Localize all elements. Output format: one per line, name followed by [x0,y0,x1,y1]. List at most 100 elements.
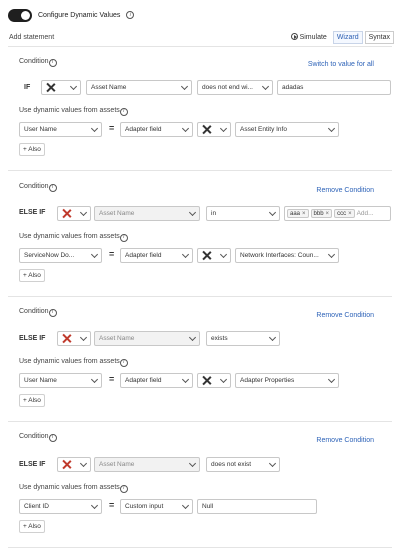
chevron-down-icon [219,250,228,258]
add-also-button[interactable]: + Also [19,394,45,407]
value-text: adadas [282,84,304,91]
target-field-select[interactable]: ServiceNow Do... [19,248,102,263]
adapter-select[interactable] [197,122,231,137]
dynamic-values-label: Use dynamic values from assets i [19,107,128,116]
field-source-select[interactable] [57,331,91,346]
add-also-button[interactable]: + Also [19,143,45,156]
field-select[interactable]: Asset Name [94,331,200,346]
info-icon[interactable]: i [48,308,57,317]
remove-condition-link[interactable]: Remove Condition [316,437,374,444]
add-also-button[interactable]: + Also [19,269,45,282]
info-icon[interactable]: i [119,233,128,242]
equals-sign: = [109,249,115,259]
operator-select[interactable]: does not exist [206,457,280,472]
field-value: Asset Name [99,210,135,217]
info-icon[interactable]: i [48,183,57,192]
equals-sign: = [109,123,115,133]
source-type-select[interactable]: Custom input [120,499,193,514]
dynamic-values-label: Use dynamic values from assets i [19,358,128,367]
condition-keyword: ELSE IF [19,335,46,342]
value-tag: aaa × [287,209,309,218]
source-value: Adapter field [125,126,162,133]
chevron-down-icon [69,82,78,90]
field-select[interactable]: Asset Name [94,206,200,221]
target-value: ServiceNow Do... [24,252,75,259]
remove-condition-link[interactable]: Remove Condition [316,312,374,319]
operator-select[interactable]: in [206,206,280,221]
field-source-select[interactable] [57,457,91,472]
divider [8,547,392,548]
field-source-select[interactable] [57,206,91,221]
chevron-down-icon [327,375,336,383]
info-icon[interactable]: i [126,11,135,19]
divider [8,170,392,171]
add-value-placeholder[interactable]: Add... [357,210,374,217]
info-icon[interactable]: i [119,107,128,116]
dynamic-values-label: Use dynamic values from assets i [19,233,128,242]
adapter-x-icon [202,376,211,385]
target-value: User Name [24,377,57,384]
condition-keyword: IF [24,84,31,91]
close-icon[interactable]: × [302,211,306,217]
dynamic-values-toggle[interactable] [8,8,32,22]
close-icon[interactable]: × [326,211,330,217]
switch-to-value-for-all-link[interactable]: Switch to value for all [308,61,374,68]
condition-block-else-if: Condition i Remove Condition ELSE IF Asse… [8,431,392,543]
custom-value-text: Null [202,503,214,510]
chevron-down-icon [79,208,88,216]
target-field-select[interactable]: User Name [19,122,102,137]
source-field-select[interactable]: Adapter Properties [235,373,339,388]
info-icon[interactable]: i [119,358,128,367]
close-icon[interactable]: × [348,211,352,217]
info-icon[interactable]: i [48,58,57,67]
chevron-down-icon [188,459,197,467]
divider [8,46,392,47]
simulate-button[interactable]: Simulate [287,30,331,44]
target-field-select[interactable]: Client ID [19,499,102,514]
adapter-x-icon [62,460,71,469]
adapter-x-icon [202,251,211,260]
condition-label: Condition i [19,183,57,192]
chevron-down-icon [180,82,189,90]
chevron-down-icon [90,501,99,509]
source-type-select[interactable]: Adapter field [120,373,193,388]
value-input[interactable]: adadas [277,80,391,95]
adapter-select[interactable] [197,248,231,263]
condition-label: Condition i [19,58,57,67]
chevron-down-icon [90,250,99,258]
tab-syntax[interactable]: Syntax [364,30,394,44]
add-also-button[interactable]: + Also [19,520,45,533]
operator-value: does not exist [211,461,252,468]
operator-select[interactable]: exists [206,331,280,346]
value-tags-input[interactable]: aaa × bbb × ccc × Add... [284,206,391,221]
field-value: Asset Name [99,335,135,342]
chevron-down-icon [188,333,197,341]
mode-tabs: Simulate Wizard Syntax [287,30,394,44]
source-value: Adapter field [125,377,162,384]
operator-select[interactable]: does not end wi... [197,80,273,95]
chevron-down-icon [219,124,228,132]
source-type-select[interactable]: Adapter field [120,122,193,137]
operator-value: in [211,210,217,217]
info-icon[interactable]: i [48,433,57,442]
condition-label: Condition i [19,433,57,442]
field-select[interactable]: Asset Name [86,80,192,95]
source-field-select[interactable]: Network Interfaces: Coun... [235,248,339,263]
tab-wizard[interactable]: Wizard [332,30,363,44]
target-field-select[interactable]: User Name [19,373,102,388]
condition-block-if: Condition i Switch to value for all IF As… [8,56,392,166]
remove-condition-link[interactable]: Remove Condition [316,187,374,194]
custom-value-input[interactable]: Null [197,499,317,514]
chevron-down-icon [327,124,336,132]
source-type-select[interactable]: Adapter field [120,248,193,263]
chevron-down-icon [79,459,88,467]
adapter-select[interactable] [197,373,231,388]
equals-sign: = [109,374,115,384]
value-tag: ccc × [334,209,355,218]
field-select[interactable]: Asset Name [94,457,200,472]
operator-value: does not end wi... [202,84,253,91]
field-source-select[interactable] [41,80,81,95]
info-icon[interactable]: i [119,484,128,493]
source-field-select[interactable]: Asset Entity Info [235,122,339,137]
condition-block-else-if: Condition i Remove Condition ELSE IF Asse… [8,181,392,293]
